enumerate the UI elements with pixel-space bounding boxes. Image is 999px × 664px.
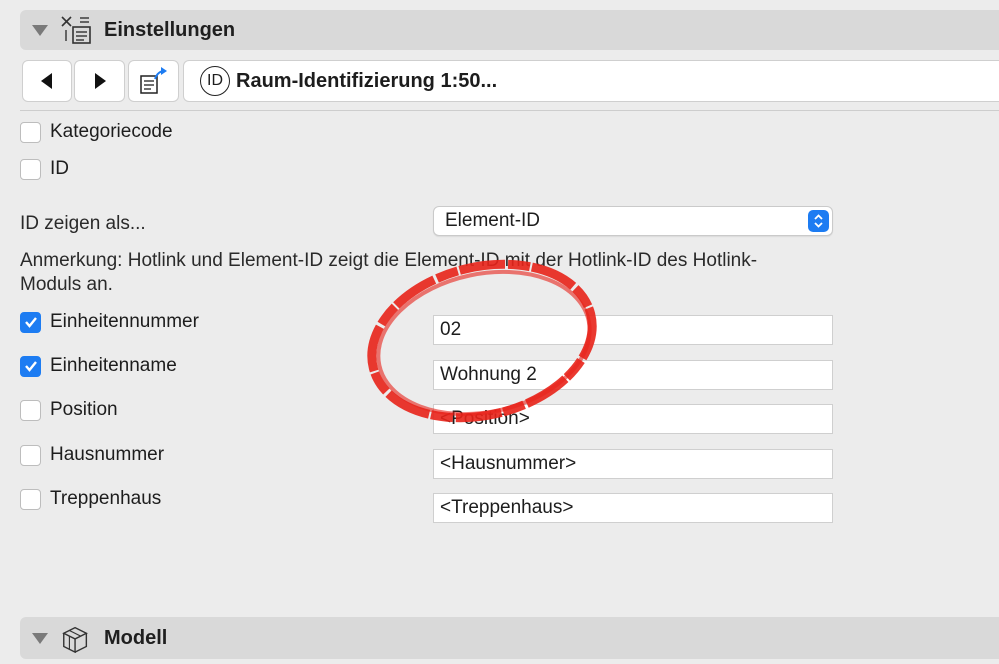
updown-chevron-icon xyxy=(808,210,829,232)
id-display-label: ID zeigen als... xyxy=(20,213,146,234)
checkmark-icon xyxy=(24,317,37,328)
position-label: Position xyxy=(50,399,118,420)
einheitenname-label: Einheitenname xyxy=(50,355,177,376)
kategoriecode-row[interactable]: Kategoriecode xyxy=(20,121,173,143)
einheitennummer-label: Einheitennummer xyxy=(50,311,199,332)
einheitennummer-checkbox[interactable] xyxy=(20,311,41,333)
triangle-left-icon xyxy=(41,73,52,89)
hausnummer-row[interactable]: Hausnummer xyxy=(20,444,164,466)
collapse-triangle-icon[interactable] xyxy=(32,632,48,644)
treppenhaus-label: Treppenhaus xyxy=(50,488,162,509)
next-button[interactable] xyxy=(74,60,125,102)
id-label: ID xyxy=(50,158,69,179)
settings-section-title: Einstellungen xyxy=(104,18,236,41)
model-section-header[interactable]: Modell xyxy=(20,617,999,659)
triangle-right-icon xyxy=(94,73,106,89)
einheitenname-input[interactable]: Wohnung 2 xyxy=(433,360,833,390)
hotlink-note: Anmerkung: Hotlink und Element-ID zeigt … xyxy=(20,250,758,295)
id-display-value: Element-ID xyxy=(445,210,541,231)
model-box-icon xyxy=(60,622,92,654)
id-row[interactable]: ID xyxy=(20,158,69,180)
treppenhaus-input[interactable]: <Treppenhaus> xyxy=(433,493,833,523)
transfer-settings-icon xyxy=(139,67,167,94)
divider xyxy=(20,110,999,111)
treppenhaus-checkbox[interactable] xyxy=(20,488,41,510)
einheitennummer-row[interactable]: Einheitennummer xyxy=(20,311,199,333)
settings-navigation-bar: ID Raum-Identifizierung 1:50... xyxy=(20,60,999,104)
position-row[interactable]: Position xyxy=(20,399,118,421)
einheitenname-row[interactable]: Einheitenname xyxy=(20,355,177,377)
checkmark-icon xyxy=(24,361,37,372)
einheitenname-checkbox[interactable] xyxy=(20,355,41,377)
treppenhaus-row[interactable]: Treppenhaus xyxy=(20,488,161,510)
preset-selector[interactable]: ID Raum-Identifizierung 1:50... xyxy=(183,60,999,102)
transfer-settings-button[interactable] xyxy=(128,60,179,102)
model-section-title: Modell xyxy=(104,626,168,649)
hausnummer-label: Hausnummer xyxy=(50,444,165,465)
collapse-triangle-icon[interactable] xyxy=(32,24,48,36)
kategoriecode-label: Kategoriecode xyxy=(50,121,173,142)
preset-label: Raum-Identifizierung 1:50... xyxy=(236,69,498,92)
einheitennummer-input[interactable]: 02 xyxy=(433,315,833,345)
kategoriecode-checkbox[interactable] xyxy=(20,121,41,143)
settings-section-header[interactable]: Einstellungen xyxy=(20,10,999,50)
id-badge-icon: ID xyxy=(200,66,230,96)
settings-panel-icon xyxy=(60,14,92,46)
position-input[interactable]: <Position> xyxy=(433,404,833,434)
hausnummer-checkbox[interactable] xyxy=(20,444,41,466)
id-checkbox[interactable] xyxy=(20,158,41,180)
hausnummer-input[interactable]: <Hausnummer> xyxy=(433,449,833,479)
previous-button[interactable] xyxy=(22,60,72,102)
id-display-select[interactable]: Element-ID xyxy=(433,206,833,236)
position-checkbox[interactable] xyxy=(20,399,41,421)
